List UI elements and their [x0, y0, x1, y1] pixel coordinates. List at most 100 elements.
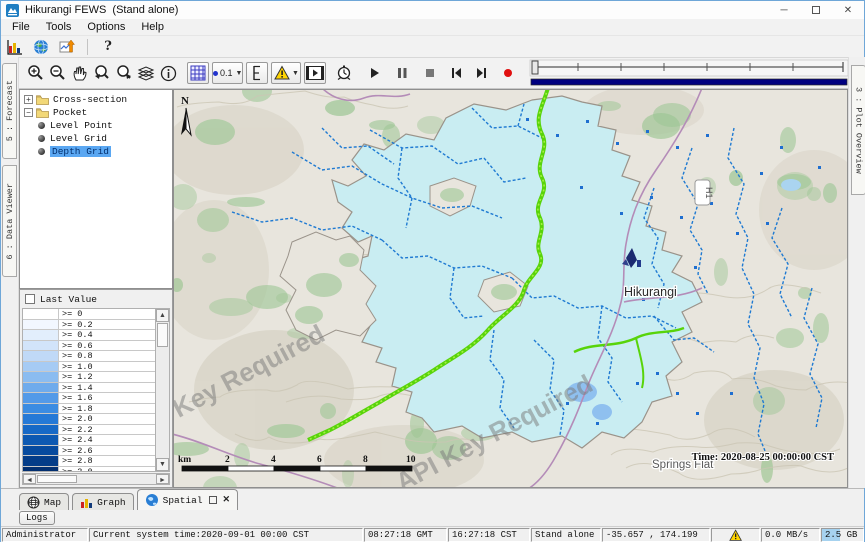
legend-scrollbar[interactable]: ▲ ▼ — [155, 309, 169, 471]
map-view[interactable]: H1 API Key Required API Key Required — [173, 89, 848, 488]
chart-arrow-icon — [59, 39, 76, 55]
tree-item-label: Pocket — [53, 107, 87, 118]
tab-map[interactable]: Map — [19, 493, 69, 510]
status-warning-cell[interactable] — [711, 528, 760, 542]
menu-tools[interactable]: Tools — [39, 20, 79, 34]
menu-options[interactable]: Options — [80, 20, 132, 34]
menu-file[interactable]: File — [5, 20, 37, 34]
layers-button[interactable] — [135, 62, 157, 84]
logs-button[interactable]: Logs — [19, 511, 55, 525]
animation-export-button[interactable] — [333, 62, 355, 84]
help-button[interactable]: ? — [98, 38, 118, 56]
legend-row-label: >= 0.8 — [59, 351, 155, 361]
last-frame-button[interactable] — [471, 62, 493, 84]
legend-row[interactable]: >= 2.8 — [23, 456, 155, 467]
legend-row[interactable]: >= 0.6 — [23, 341, 155, 352]
legend-swatch — [23, 393, 59, 403]
scalebar-button[interactable] — [246, 62, 268, 84]
scroll-up-icon[interactable]: ▲ — [156, 309, 169, 322]
time-slider[interactable] — [529, 58, 849, 88]
tab-spatial[interactable]: Spatial ✕ — [137, 489, 238, 510]
legend-row[interactable]: >= 2.6 — [23, 446, 155, 457]
movie-player-button[interactable] — [304, 62, 326, 84]
legend-row[interactable]: >= 3.0 — [23, 467, 155, 472]
status-system-time: Current system time:2020-09-01 00:00 CST — [89, 528, 363, 542]
left-tab-strip: 5 : Forecast 6 : Data Viewer — [1, 57, 19, 488]
data-viewer-panel: + Cross-section − Pocket Level Point — [19, 89, 173, 488]
legend-row[interactable]: >= 1.8 — [23, 404, 155, 415]
class-dot-icon — [213, 71, 218, 76]
legend-row[interactable]: >= 1.2 — [23, 372, 155, 383]
scroll-down-icon[interactable]: ▼ — [156, 458, 169, 471]
stopwatch-icon — [335, 64, 353, 82]
layer-bullet-icon — [38, 135, 45, 142]
minimize-button[interactable]: ─ — [768, 1, 800, 19]
tree-item-level-grid[interactable]: Level Grid — [22, 132, 172, 145]
record-button[interactable] — [497, 62, 519, 84]
pause-button[interactable] — [391, 62, 413, 84]
legend-row[interactable]: >= 0.4 — [23, 330, 155, 341]
svg-text:N: N — [181, 95, 189, 107]
tree-item-pocket[interactable]: − Pocket — [22, 106, 172, 119]
legend-row[interactable]: >= 1.6 — [23, 393, 155, 404]
legend-row[interactable]: >= 0.2 — [23, 320, 155, 331]
status-coordinates: -35.657 , 174.199 — [602, 528, 710, 542]
timeseries-button[interactable] — [5, 38, 25, 56]
info-button[interactable] — [157, 62, 179, 84]
scroll-thumb[interactable] — [157, 323, 168, 347]
zoom-previous-button[interactable] — [91, 62, 113, 84]
legend-swatch — [23, 320, 59, 330]
stop-button[interactable] — [419, 62, 441, 84]
maximize-button[interactable] — [800, 1, 832, 19]
database-viewer-button[interactable] — [57, 38, 77, 56]
close-button[interactable]: ✕ — [832, 1, 864, 19]
zoom-next-button[interactable] — [113, 62, 135, 84]
bar-chart-icon — [7, 39, 23, 55]
tree-item-label: Depth Grid — [50, 146, 111, 157]
legend-row[interactable]: >= 0 — [23, 309, 155, 320]
status-gmt-time: 08:27:18 GMT — [364, 528, 447, 542]
legend-row[interactable]: >= 1.0 — [23, 362, 155, 373]
tab-data-viewer[interactable]: 6 : Data Viewer — [2, 165, 17, 277]
zoom-out-button[interactable] — [47, 62, 69, 84]
tree-item-cross-section[interactable]: + Cross-section — [22, 93, 172, 106]
tree-item-depth-grid[interactable]: Depth Grid — [22, 145, 172, 158]
warnings-dropdown[interactable]: ▼ — [271, 62, 301, 84]
tab-plot-overview[interactable]: 3 : Plot Overview — [851, 65, 865, 195]
window-title: Hikurangi FEWS (Stand alone) — [25, 4, 178, 16]
classes-dropdown[interactable]: 0.1 ▼ — [212, 62, 243, 84]
play-icon — [367, 66, 381, 80]
legend-row-label: >= 0.4 — [59, 330, 155, 340]
pan-button[interactable] — [69, 62, 91, 84]
play-button[interactable] — [363, 62, 385, 84]
legend-row-label: >= 2.4 — [59, 435, 155, 445]
map-canvas: H1 API Key Required API Key Required — [174, 90, 848, 488]
first-frame-button[interactable] — [445, 62, 467, 84]
globe-icon — [145, 493, 159, 507]
legend-row[interactable]: >= 0.8 — [23, 351, 155, 362]
tab-forecast[interactable]: 5 : Forecast — [2, 63, 17, 159]
last-value-checkbox[interactable] — [25, 294, 35, 304]
tree-item-level-point[interactable]: Level Point — [22, 119, 172, 132]
legend-row[interactable]: >= 2.0 — [23, 414, 155, 425]
legend-row[interactable]: >= 2.4 — [23, 435, 155, 446]
status-bar: Administrator Current system time:2020-0… — [1, 526, 864, 542]
collapse-icon[interactable]: − — [24, 108, 33, 117]
tab-close-icon[interactable]: ✕ — [223, 495, 231, 505]
warning-icon — [274, 65, 291, 81]
menu-help[interactable]: Help — [134, 20, 171, 34]
tab-graph[interactable]: Graph — [72, 493, 134, 510]
zoom-in-button[interactable] — [25, 62, 47, 84]
legend-hscrollbar[interactable]: ◄ ► — [22, 473, 170, 485]
scroll-left-icon[interactable]: ◄ — [23, 474, 36, 484]
expand-icon[interactable]: + — [24, 95, 33, 104]
tab-maximize-icon[interactable] — [209, 496, 217, 504]
legend-row[interactable]: >= 2.2 — [23, 425, 155, 436]
scalebar-icon — [250, 64, 264, 82]
legend-row[interactable]: >= 1.4 — [23, 383, 155, 394]
grid-toggle-button[interactable] — [187, 62, 209, 84]
svg-text:10: 10 — [406, 455, 416, 465]
scroll-right-icon[interactable]: ► — [156, 474, 169, 484]
scroll-thumb[interactable] — [37, 475, 77, 483]
map-button[interactable] — [31, 38, 51, 56]
